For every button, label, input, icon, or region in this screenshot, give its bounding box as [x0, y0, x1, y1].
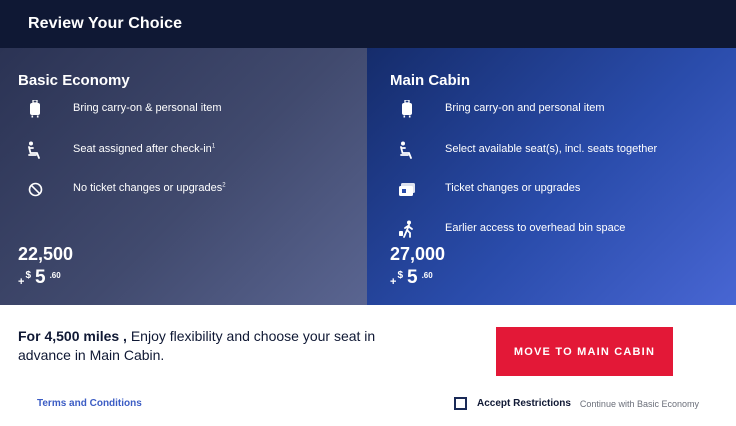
accept-restrictions: Accept Restrictions Continue with Basic …: [454, 397, 699, 410]
main-cabin-title: Main Cabin: [390, 72, 471, 89]
accept-restrictions-checkbox[interactable]: [454, 397, 467, 410]
main-cabin-miles: 27,000: [390, 244, 446, 264]
feature-label: Select available seat(s), incl. seats to…: [445, 143, 658, 155]
accept-restrictions-label[interactable]: Accept Restrictions: [477, 398, 571, 409]
feature-label: Earlier access to overhead bin space: [445, 222, 626, 234]
feature-label: Bring carry-on and personal item: [445, 102, 605, 114]
carry-on-bag-icon: [398, 100, 416, 118]
continue-basic-economy-note: Continue with Basic Economy: [579, 398, 699, 409]
basic-economy-panel: Basic Economy Bring carry-on & personal …: [0, 48, 367, 305]
seat-icon: [398, 141, 416, 159]
main-cabin-panel: Main Cabin Bring carry-on and personal i…: [367, 48, 736, 305]
page-title: Review Your Choice: [28, 15, 183, 32]
seat-icon: [26, 141, 44, 159]
carry-on-bag-icon: [26, 100, 44, 118]
feature-label: No ticket changes or upgrades2: [73, 182, 226, 194]
terms-and-conditions-link[interactable]: Terms and Conditions: [37, 398, 142, 409]
upsell-miles-highlight: For 4,500 miles ,: [18, 328, 127, 344]
upsell-message: For 4,500 miles , Enjoy flexibility and …: [18, 327, 418, 365]
boarding-person-icon: [398, 220, 416, 238]
basic-economy-title: Basic Economy: [18, 72, 130, 89]
feature-label: Seat assigned after check-in1: [73, 143, 216, 155]
move-to-main-cabin-button[interactable]: MOVE TO MAIN CABIN: [496, 327, 673, 376]
main-cabin-price: + $ 5 .60: [390, 267, 433, 288]
feature-label: Ticket changes or upgrades: [445, 182, 581, 194]
page-header: Review Your Choice: [0, 0, 736, 48]
ticket-icon: [398, 180, 416, 198]
basic-miles: 22,500: [18, 244, 74, 264]
no-symbol-icon: [26, 180, 44, 198]
feature-label: Bring carry-on & personal item: [73, 102, 222, 114]
basic-price: + $ 5 .60: [18, 267, 61, 288]
